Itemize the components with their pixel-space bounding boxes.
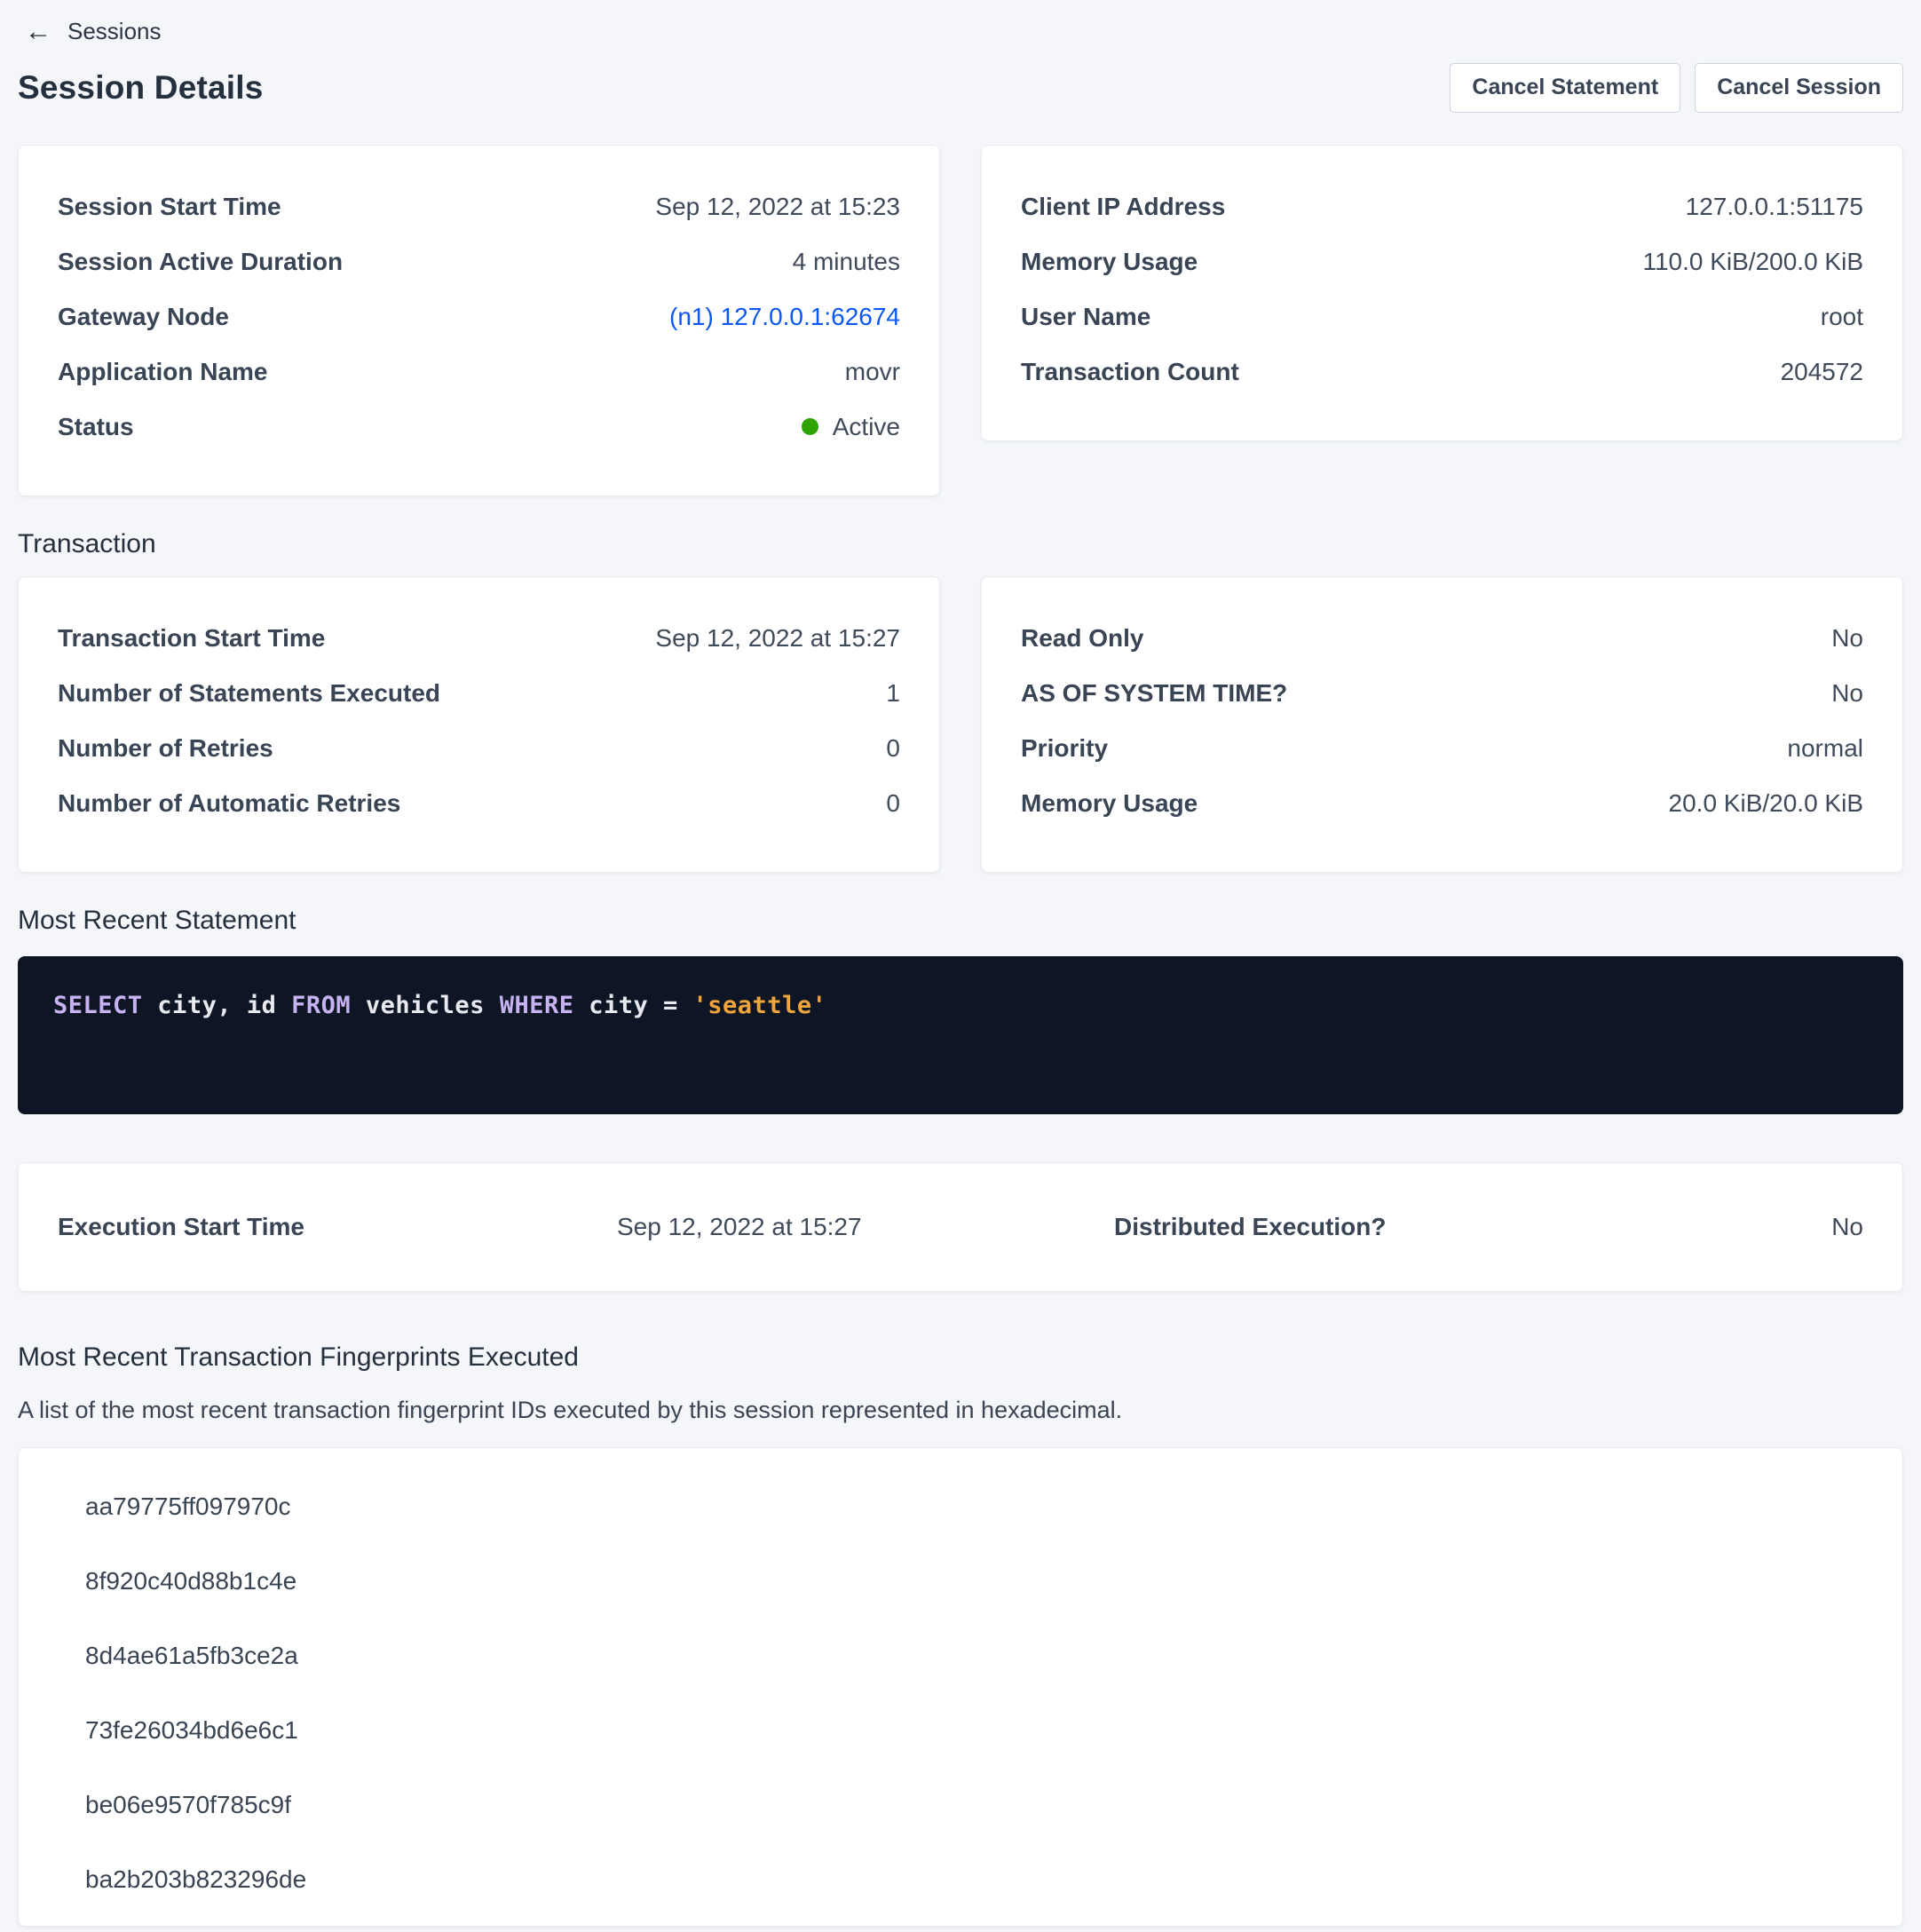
sql-keyword: WHERE (500, 992, 574, 1019)
read-only-value: No (1831, 624, 1863, 653)
client-ip-value: 127.0.0.1:51175 (1686, 193, 1863, 221)
detail-row: Memory Usage 20.0 KiB/20.0 KiB (1021, 776, 1863, 831)
header-actions: Cancel Statement Cancel Session (1450, 63, 1903, 113)
session-details-page: ← Sessions Session Details Cancel Statem… (0, 0, 1921, 1927)
detail-row: Transaction Start Time Sep 12, 2022 at 1… (58, 611, 900, 666)
transaction-start-time-value: Sep 12, 2022 at 15:27 (655, 624, 900, 653)
back-link-label: Sessions (67, 18, 162, 45)
transaction-right-card: Read Only No AS OF SYSTEM TIME? No Prior… (981, 576, 1903, 873)
detail-row: Number of Statements Executed 1 (58, 666, 900, 721)
priority-value: normal (1787, 734, 1863, 763)
session-start-time-label: Session Start Time (58, 193, 281, 221)
transaction-count-label: Transaction Count (1021, 358, 1239, 386)
txn-memory-usage-label: Memory Usage (1021, 789, 1198, 818)
detail-row: Session Start Time Sep 12, 2022 at 15:23 (58, 179, 900, 234)
gateway-node-link[interactable]: (n1) 127.0.0.1:62674 (669, 303, 900, 331)
memory-usage-value: 110.0 KiB/200.0 KiB (1642, 248, 1863, 276)
session-right-card: Client IP Address 127.0.0.1:51175 Memory… (981, 145, 1903, 441)
status-badge: Active (802, 413, 900, 441)
detail-row: Number of Retries 0 (58, 721, 900, 776)
distributed-execution-label: Distributed Execution? (1114, 1213, 1831, 1241)
fingerprint-card: aa79775ff097970c 8f920c40d88b1c4e 8d4ae6… (18, 1447, 1903, 1927)
gateway-node-label: Gateway Node (58, 303, 229, 331)
status-value: Active (833, 413, 900, 441)
cancel-session-button[interactable]: Cancel Session (1695, 63, 1903, 113)
sql-statement-block: SELECT city, id FROM vehicles WHERE city… (18, 956, 1903, 1114)
sql-text: city, id (143, 992, 292, 1019)
status-label: Status (58, 413, 134, 441)
user-name-label: User Name (1021, 303, 1150, 331)
as-of-system-time-label: AS OF SYSTEM TIME? (1021, 679, 1287, 708)
memory-usage-label: Memory Usage (1021, 248, 1198, 276)
cancel-statement-button[interactable]: Cancel Statement (1450, 63, 1680, 113)
transaction-start-time-label: Transaction Start Time (58, 624, 325, 653)
detail-row: Number of Automatic Retries 0 (58, 776, 900, 831)
detail-row: Client IP Address 127.0.0.1:51175 (1021, 179, 1863, 234)
fingerprints-description: A list of the most recent transaction fi… (18, 1397, 1903, 1424)
retries-label: Number of Retries (58, 734, 273, 763)
automatic-retries-label: Number of Automatic Retries (58, 789, 400, 818)
detail-row: Gateway Node (n1) 127.0.0.1:62674 (58, 289, 900, 344)
read-only-label: Read Only (1021, 624, 1143, 653)
statements-executed-value: 1 (886, 679, 900, 708)
detail-row: Application Name movr (58, 344, 900, 400)
user-name-value: root (1821, 303, 1863, 331)
as-of-system-time-value: No (1831, 679, 1863, 708)
application-name-label: Application Name (58, 358, 267, 386)
fingerprint-item: ba2b203b823296de (85, 1842, 1863, 1917)
detail-row: Status Active (58, 400, 900, 455)
sql-statement: SELECT city, id FROM vehicles WHERE city… (53, 992, 826, 1019)
page-header: Session Details Cancel Statement Cancel … (18, 63, 1903, 113)
sql-text: vehicles (351, 992, 500, 1019)
sql-string-literal: 'seattle' (693, 992, 827, 1019)
execution-card: Execution Start Time Sep 12, 2022 at 15:… (18, 1162, 1903, 1292)
session-left-card: Session Start Time Sep 12, 2022 at 15:23… (18, 145, 940, 496)
detail-row: Read Only No (1021, 611, 1863, 666)
fingerprint-item: be06e9570f785c9f (85, 1768, 1863, 1842)
distributed-execution-value: No (1831, 1213, 1863, 1241)
status-dot-icon (802, 418, 818, 435)
transaction-count-value: 204572 (1781, 358, 1863, 386)
detail-row: User Name root (1021, 289, 1863, 344)
sql-keyword: FROM (291, 992, 351, 1019)
back-link[interactable]: ← Sessions (18, 12, 169, 51)
transaction-section-heading: Transaction (18, 528, 1903, 560)
arrow-left-icon: ← (25, 19, 51, 45)
execution-start-time-label: Execution Start Time (58, 1213, 617, 1241)
session-summary-row: Session Start Time Sep 12, 2022 at 15:23… (18, 145, 1903, 496)
session-start-time-value: Sep 12, 2022 at 15:23 (655, 193, 900, 221)
fingerprints-section-heading: Most Recent Transaction Fingerprints Exe… (18, 1342, 1903, 1374)
session-active-duration-value: 4 minutes (793, 248, 900, 276)
execution-start-time-value: Sep 12, 2022 at 15:27 (617, 1213, 1114, 1241)
fingerprint-item: aa79775ff097970c (85, 1469, 1863, 1544)
detail-row: Session Active Duration 4 minutes (58, 234, 900, 289)
automatic-retries-value: 0 (886, 789, 900, 818)
sql-text: city = (573, 992, 692, 1019)
statements-executed-label: Number of Statements Executed (58, 679, 440, 708)
transaction-left-card: Transaction Start Time Sep 12, 2022 at 1… (18, 576, 940, 873)
detail-row: AS OF SYSTEM TIME? No (1021, 666, 1863, 721)
page-title: Session Details (18, 69, 264, 107)
fingerprint-item: 8d4ae61a5fb3ce2a (85, 1619, 1863, 1693)
statement-section-heading: Most Recent Statement (18, 905, 1903, 937)
txn-memory-usage-value: 20.0 KiB/20.0 KiB (1669, 789, 1863, 818)
transaction-summary-row: Transaction Start Time Sep 12, 2022 at 1… (18, 576, 1903, 873)
fingerprint-item: 8f920c40d88b1c4e (85, 1544, 1863, 1619)
retries-value: 0 (886, 734, 900, 763)
client-ip-label: Client IP Address (1021, 193, 1225, 221)
fingerprint-item: 73fe26034bd6e6c1 (85, 1693, 1863, 1768)
detail-row: Transaction Count 204572 (1021, 344, 1863, 400)
detail-row: Priority normal (1021, 721, 1863, 776)
application-name-value: movr (845, 358, 900, 386)
detail-row: Memory Usage 110.0 KiB/200.0 KiB (1021, 234, 1863, 289)
sql-keyword: SELECT (53, 992, 143, 1019)
priority-label: Priority (1021, 734, 1108, 763)
session-active-duration-label: Session Active Duration (58, 248, 343, 276)
